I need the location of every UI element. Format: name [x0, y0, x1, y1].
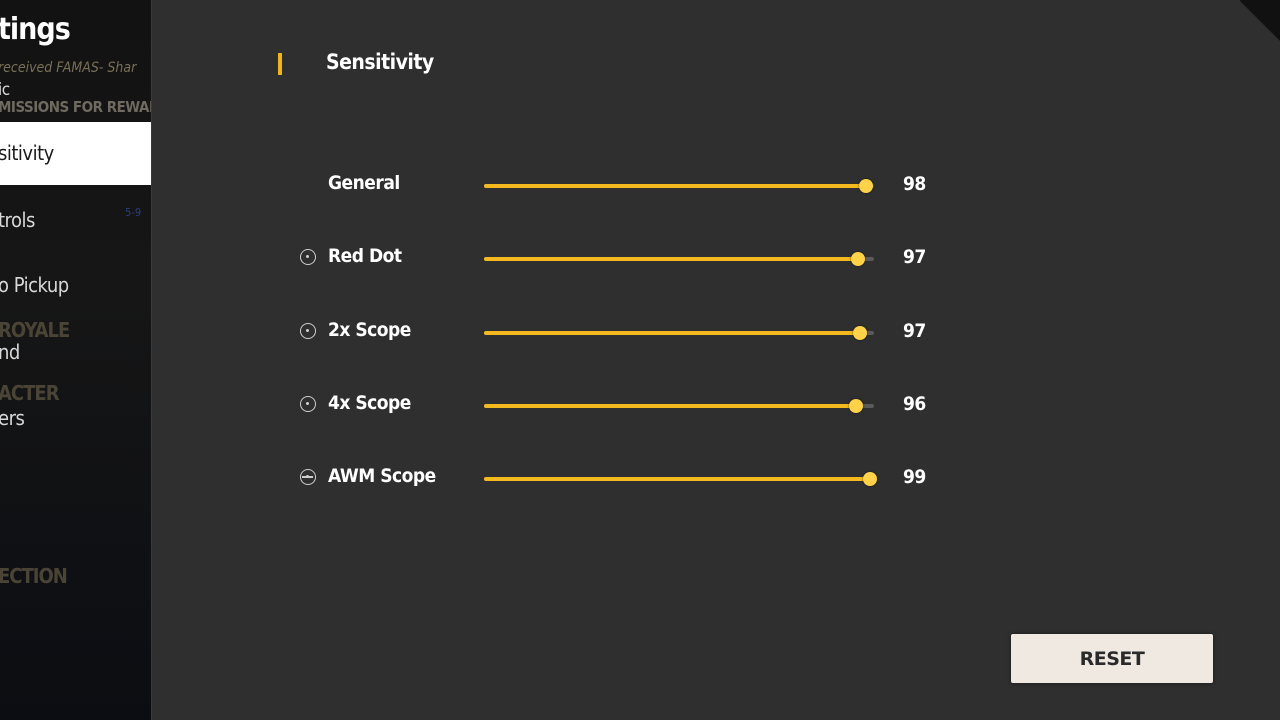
red-dot-icon — [300, 249, 316, 265]
awm-scope-slider[interactable] — [484, 472, 878, 486]
slider-row-general: General 98 — [0, 165, 1000, 205]
2x-scope-icon — [300, 323, 316, 339]
slider-row-awm-scope: AWM Scope 99 — [0, 458, 1000, 498]
slider-knob[interactable] — [859, 179, 874, 193]
slider-value: 96 — [903, 393, 926, 415]
sidebar-item-label: sitivity — [0, 141, 54, 165]
awm-scope-icon — [300, 469, 316, 485]
slider-row-4x-scope: 4x Scope 96 — [0, 385, 1000, 425]
slider-value: 99 — [903, 466, 926, 488]
slider-knob[interactable] — [851, 252, 866, 266]
section-title: Sensitivity — [326, 50, 434, 74]
reset-button[interactable]: RESET — [1011, 634, 1213, 683]
sidebar-item-controls[interactable]: trols — [0, 208, 35, 232]
slider-fill — [484, 477, 871, 481]
sidebar-bg-label-selection: ECTION — [0, 564, 68, 588]
slider-label: General — [328, 172, 400, 194]
slider-row-2x-scope: 2x Scope 97 — [0, 312, 1000, 352]
section-accent-bar — [278, 53, 282, 75]
2x-scope-slider[interactable] — [484, 326, 874, 340]
slider-knob[interactable] — [863, 472, 878, 486]
corner-decoration — [1240, 0, 1280, 50]
ticker-line-2: ic — [0, 80, 10, 100]
slider-label: 2x Scope — [328, 319, 411, 341]
missions-banner[interactable]: MISSIONS FOR REWARDS — [0, 98, 151, 116]
slider-value: 97 — [903, 320, 926, 342]
slider-value: 97 — [903, 246, 926, 268]
sidebar-tag: 5-9 — [125, 206, 142, 219]
settings-title: tings — [0, 12, 71, 47]
slider-fill — [484, 257, 859, 261]
slider-label: 4x Scope — [328, 392, 411, 414]
slider-fill — [484, 331, 861, 335]
news-ticker: received FAMAS- Shar — [0, 60, 137, 76]
4x-scope-icon — [300, 396, 316, 412]
general-slider[interactable] — [484, 179, 874, 193]
slider-value: 98 — [903, 173, 926, 195]
slider-label: AWM Scope — [328, 465, 436, 487]
slider-knob[interactable] — [853, 326, 868, 340]
slider-knob[interactable] — [849, 399, 864, 413]
slider-fill — [484, 184, 867, 188]
slider-label: Red Dot — [328, 245, 402, 267]
settings-sidebar: tings received FAMAS- Shar ic MISSIONS F… — [0, 0, 152, 720]
red-dot-slider[interactable] — [484, 252, 874, 266]
4x-scope-slider[interactable] — [484, 399, 874, 413]
slider-fill — [484, 404, 857, 408]
slider-row-red-dot: Red Dot 97 — [0, 238, 1000, 278]
